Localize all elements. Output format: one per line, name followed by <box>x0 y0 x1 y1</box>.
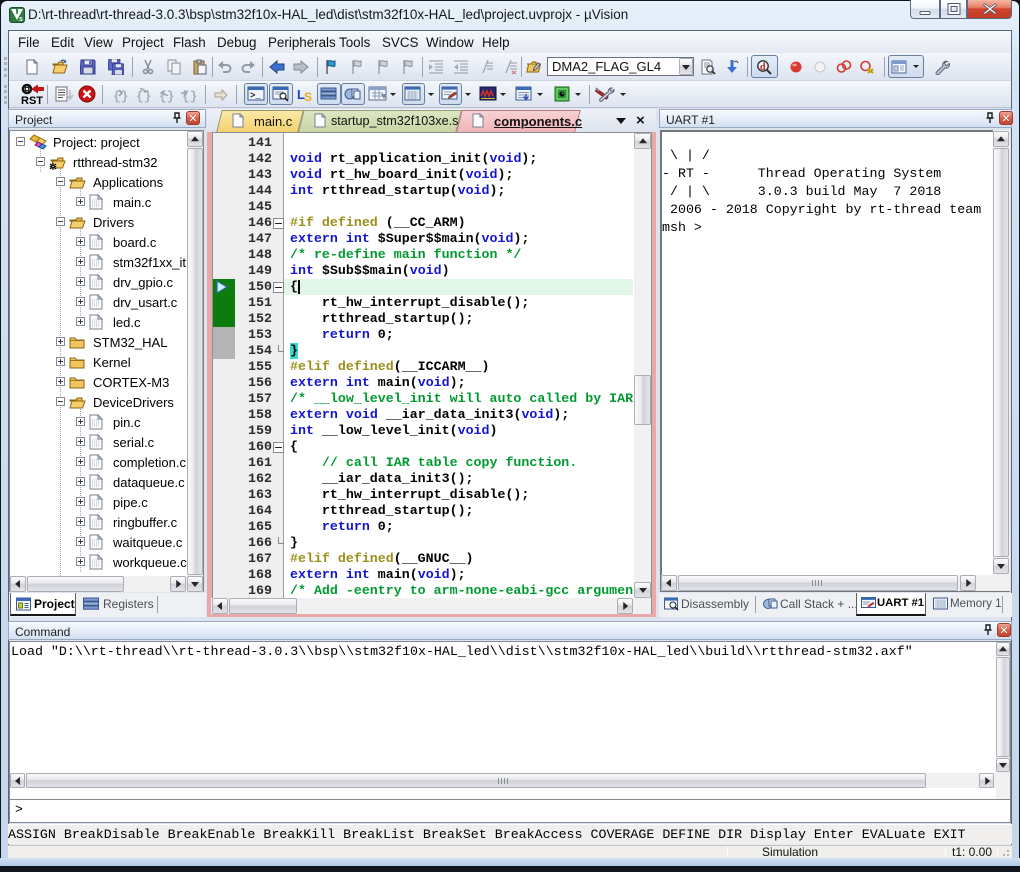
svg-text:{}: {} <box>159 89 175 103</box>
svg-text:s: s <box>19 16 23 23</box>
svg-text:RST: RST <box>21 95 43 105</box>
svg-text:S: S <box>304 90 312 102</box>
svg-text:>_: >_ <box>250 91 261 101</box>
svg-text:d: d <box>760 62 766 73</box>
